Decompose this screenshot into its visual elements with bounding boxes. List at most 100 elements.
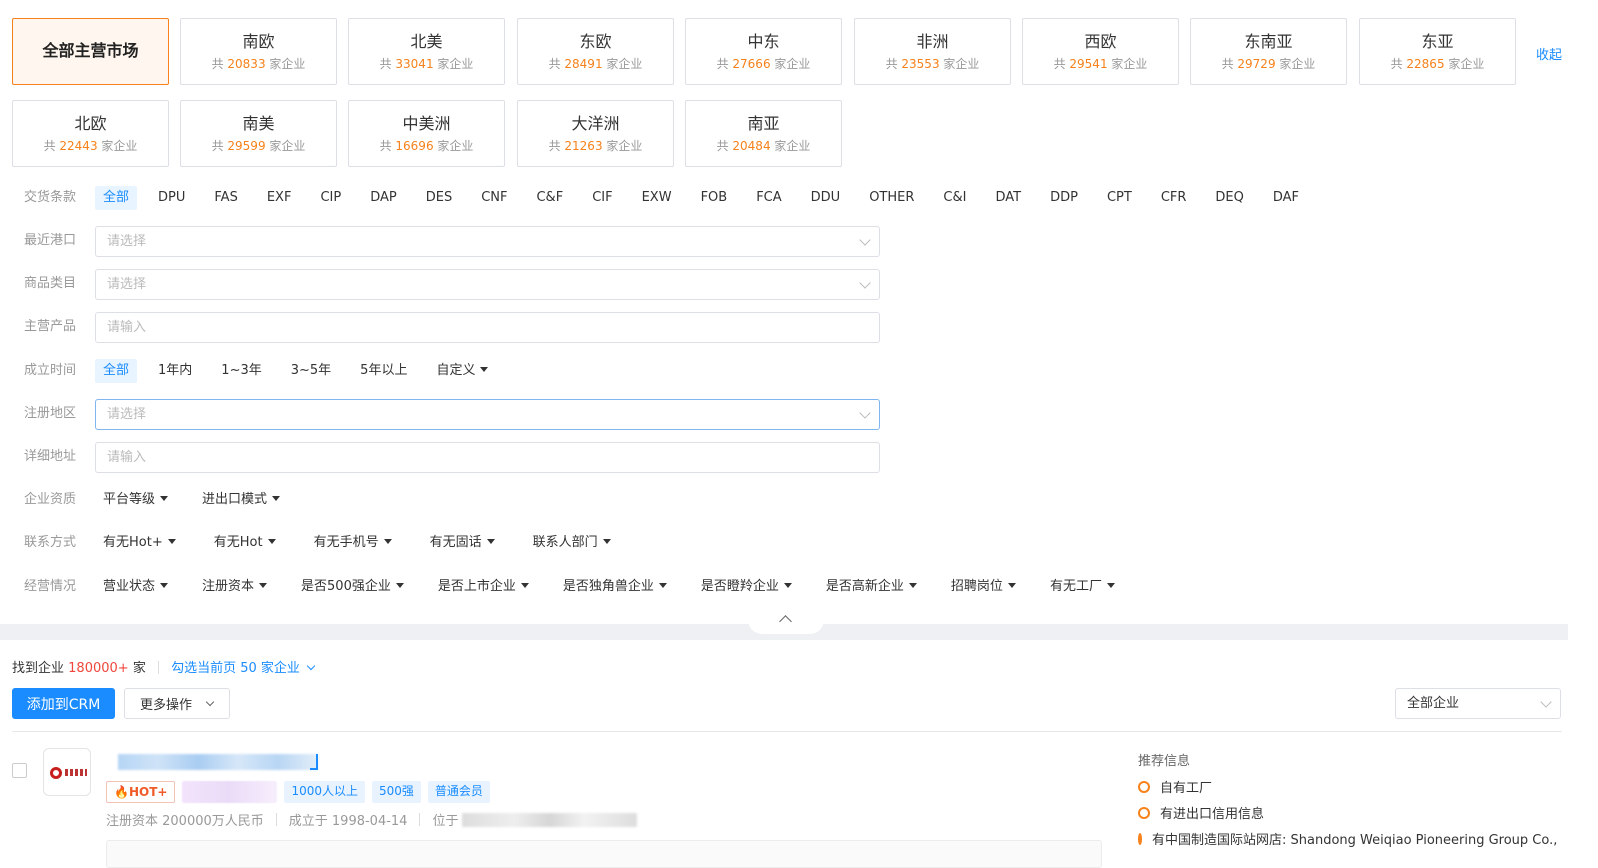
filter-dropdown[interactable]: 有无工厂 [1042,575,1123,599]
filter-dropdown[interactable]: 营业状态 [95,575,176,599]
filter-option[interactable]: FAS [206,186,245,210]
region-card[interactable]: 东欧 共 28491 家企业 [517,18,674,85]
filter-option[interactable]: DDU [803,186,849,210]
filter-option[interactable]: DDP [1042,186,1086,210]
filter-option[interactable]: DAT [987,186,1029,210]
hot-plus-tag[interactable]: 🔥HOT+ [106,781,176,803]
company-scope-select[interactable]: 全部企业 [1395,688,1561,719]
region-card[interactable]: 北欧 共 22443 家企业 [12,100,169,167]
circle-icon [1138,832,1142,845]
region-count: 共 23553 家企业 [885,57,980,71]
product-input[interactable] [95,311,880,343]
filter-option[interactable]: CIP [312,186,349,210]
region-card[interactable]: 西欧 共 29541 家企业 [1022,18,1179,85]
filter-option[interactable]: 5年以上 [352,359,415,383]
address-input[interactable] [95,441,880,473]
company-checkbox[interactable] [12,763,27,778]
filter-option[interactable]: C&I [935,186,974,210]
divider [157,661,159,674]
region-card[interactable]: 东南亚 共 29729 家企业 [1190,18,1347,85]
region-card-all[interactable]: 全部主营市场 [12,18,169,85]
page-edge [1568,0,1598,868]
filter-dropdown[interactable]: 有无固话 [422,531,503,555]
filter-option[interactable]: FOB [693,186,736,210]
recommend-item[interactable]: 有中国制造国际站网店: Shandong Weiqiao Pioneering … [1138,829,1560,848]
region-name: 大洋洲 [571,114,620,133]
filter-dropdown[interactable]: 有无手机号 [306,531,400,555]
company-name-link[interactable] [118,754,318,770]
registered-capital: 注册资本 200000万人民币 [106,814,264,829]
filter-option[interactable]: OTHER [861,186,922,210]
filter-dropdown[interactable]: 是否瞪羚企业 [693,575,800,599]
select-page-link[interactable]: 勾选当前页 50 家企业 [171,661,316,676]
founded-options: 全部 1年内 1~3年 3~5年 5年以上 自定义 [95,356,496,386]
company-tags: 🔥HOT+ 1000人以上 500强 普通会员 [106,781,497,803]
dropdown-label: 是否高新企业 [825,579,904,594]
port-select[interactable]: 请选择 [95,225,880,257]
filter-option[interactable]: C&F [528,186,571,210]
region-card[interactable]: 南美 共 29599 家企业 [180,100,337,167]
region-card[interactable]: 大洋洲 共 21263 家企业 [517,100,674,167]
filter-label: 详细地址 [24,449,77,464]
filter-option[interactable]: DES [418,186,460,210]
region-count: 共 16696 家企业 [379,139,474,153]
filter-option[interactable]: DEQ [1207,186,1251,210]
filter-option[interactable]: 全部 [95,186,138,210]
founded-date: 成立于 1998-04-14 [288,814,408,829]
filter-option[interactable]: DPU [150,186,193,210]
add-to-crm-button[interactable]: 添加到CRM [12,688,115,719]
recommend-item: 自有工厂 [1138,777,1212,796]
found-prefix: 找到企业 [12,661,65,676]
reg-region-select[interactable]: 请选择 [95,398,880,430]
filter-option[interactable]: CFR [1153,186,1195,210]
filter-dropdown[interactable]: 是否500强企业 [293,575,412,599]
scope-select-value: 全部企业 [1407,696,1460,711]
filter-option[interactable]: EXF [259,186,300,210]
region-name: 南欧 [242,32,275,51]
filter-option[interactable]: CNF [473,186,515,210]
region-card[interactable]: 北美 共 33041 家企业 [348,18,505,85]
region-name: 北欧 [74,114,107,133]
more-actions-button[interactable]: 更多操作 [124,688,230,719]
filter-option[interactable]: 全部 [95,359,138,383]
region-card[interactable]: 东亚 共 22865 家企业 [1359,18,1516,85]
chevron-down-icon [859,406,871,419]
filter-option[interactable]: DAF [1265,186,1307,210]
filter-dropdown[interactable]: 招聘岗位 [943,575,1024,599]
region-card[interactable]: 中东 共 27666 家企业 [685,18,842,85]
filter-option[interactable]: 1年内 [150,359,200,383]
filter-dropdown[interactable]: 进出口模式 [194,488,288,512]
region-card[interactable]: 非洲 共 23553 家企业 [854,18,1011,85]
filter-option[interactable]: DAP [362,186,405,210]
category-select[interactable]: 请选择 [95,268,880,300]
filter-dropdown[interactable]: 是否上市企业 [430,575,537,599]
filter-dropdown[interactable]: 是否高新企业 [818,575,925,599]
filter-dropdown[interactable]: 有无Hot+ [95,531,184,555]
filter-option[interactable]: CIF [584,186,620,210]
dropdown-label: 有无Hot+ [103,535,163,550]
filter-option[interactable]: FCA [748,186,789,210]
dropdown-label: 有无手机号 [313,535,379,550]
filter-label: 企业资质 [24,492,77,507]
fire-icon: 🔥 [114,785,129,799]
region-card[interactable]: 南亚 共 20484 家企业 [685,100,842,167]
custom-range-dropdown[interactable]: 自定义 [428,359,496,383]
filter-option[interactable]: CPT [1099,186,1140,210]
region-count: 共 33041 家企业 [379,57,474,71]
region-card[interactable]: 南欧 共 20833 家企业 [180,18,337,85]
filter-option[interactable]: EXW [634,186,680,210]
filter-option[interactable]: 3~5年 [283,359,339,383]
caret-down-icon [1007,583,1016,588]
results-summary: 找到企业 180000+ 家 勾选当前页 50 家企业 [12,657,316,676]
caret-down-icon [167,539,176,544]
region-count: 共 29599 家企业 [211,139,306,153]
filter-dropdown[interactable]: 平台等级 [95,488,176,512]
region-card[interactable]: 中美洲 共 16696 家企业 [348,100,505,167]
filter-dropdown[interactable]: 有无Hot [206,531,284,555]
filter-dropdown[interactable]: 联系人部门 [525,531,619,555]
collapse-link[interactable]: 收起 [1536,44,1562,63]
recommend-title: 推荐信息 [1138,754,1191,769]
filter-dropdown[interactable]: 是否独角兽企业 [555,575,675,599]
filter-option[interactable]: 1~3年 [213,359,269,383]
filter-dropdown[interactable]: 注册资本 [194,575,275,599]
